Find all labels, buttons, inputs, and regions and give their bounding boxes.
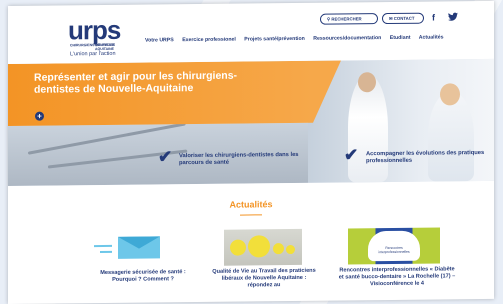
- logo-wordmark: urps: [68, 14, 121, 46]
- news-title-underline: [240, 214, 262, 216]
- nav-etudiant[interactable]: Etudiant: [390, 35, 411, 41]
- speed-line: [94, 244, 112, 248]
- nav-projets[interactable]: Projets santé/prévention: [244, 36, 305, 43]
- neutral-smiley: [273, 243, 284, 255]
- facebook-icon[interactable]: f: [432, 13, 435, 23]
- hero-card-valoriser[interactable]: Valoriser les chirurgiens-dentistes dans…: [179, 152, 299, 167]
- browser-screen: urps CHIRURGIENS DENTISTES NOUVELLE AQUI…: [8, 0, 494, 304]
- news-section-title: Actualités: [229, 199, 273, 210]
- search-label: RECHERCHER: [331, 16, 362, 22]
- news-caption-messagerie[interactable]: Messagerie sécurisée de santé : Pourquoi…: [88, 269, 198, 284]
- nav-votre-urps[interactable]: Votre URPS: [145, 37, 174, 43]
- check-icon: ✔: [344, 145, 359, 165]
- nav-ressources[interactable]: Ressources/documentation: [313, 35, 381, 42]
- doctor-head: [358, 72, 376, 93]
- speed-line: [100, 250, 112, 254]
- logo-tagline: L'union par l'action: [70, 50, 116, 58]
- envelope-flap: [118, 236, 160, 249]
- hero-orange-tip: [313, 60, 341, 123]
- nurse-head: [440, 83, 460, 106]
- contact-label: CONTACT: [393, 15, 415, 21]
- nav-exercice[interactable]: Exercice professionel: [182, 37, 236, 44]
- urps-logo[interactable]: urps CHIRURGIENS DENTISTES NOUVELLE AQUI…: [68, 15, 128, 60]
- hero-card-accompagner[interactable]: Accompagner les évolutions des pratiques…: [366, 150, 486, 165]
- hero-more-button[interactable]: +: [35, 111, 44, 121]
- hero-title: Représenter et agir pour les chirurgiens…: [34, 69, 238, 96]
- hero-banner: Représenter et agir pour les chirurgiens…: [8, 58, 494, 187]
- news-caption-rencontres[interactable]: Rencontres interprofessionnelles « Diabè…: [338, 266, 456, 288]
- check-icon: ✔: [158, 147, 173, 167]
- contact-button[interactable]: ✉ CONTACT: [382, 12, 424, 25]
- nav-actualites[interactable]: Actualités: [419, 34, 444, 40]
- thumb-rencontres-label: Rencontres interprofessionnelles: [378, 245, 410, 255]
- logo-subtitle-right: NOUVELLE AQUITAINE: [95, 42, 115, 52]
- twitter-icon[interactable]: [448, 12, 458, 23]
- search-button[interactable]: ⚲ RECHERCHER: [320, 13, 378, 25]
- news-caption-qvt[interactable]: Qualité de Vie au Travail des praticiens…: [212, 268, 316, 290]
- sad-smiley: [230, 239, 246, 256]
- main-nav: Votre URPS Exercice professionel Projets…: [145, 34, 451, 43]
- small-smiley: [286, 244, 295, 255]
- happy-smiley: [248, 235, 270, 258]
